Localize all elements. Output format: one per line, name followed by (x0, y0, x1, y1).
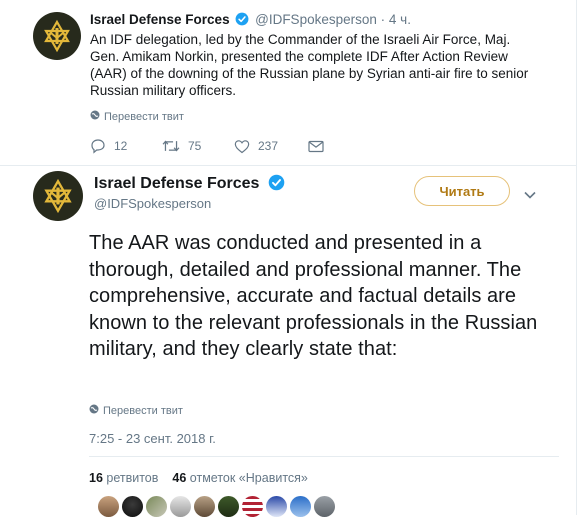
liker-avatar[interactable] (266, 496, 287, 517)
parent-tweet-text: An IDF delegation, led by the Commander … (90, 32, 529, 98)
retweets-label: ретвитов (106, 471, 159, 485)
main-tweet-text: The AAR was conducted and presented in a… (89, 232, 538, 360)
tweet-stats: 16 ретвитов 46 отметок «Нравится» (89, 471, 308, 485)
reply-button[interactable]: 12 (90, 138, 162, 154)
like-button[interactable]: 237 (234, 139, 308, 154)
liker-avatar[interactable] (290, 496, 311, 517)
liker-avatar[interactable] (314, 496, 335, 517)
retweets-count: 16 (89, 471, 103, 485)
like-count: 237 (258, 139, 279, 153)
direct-message-button[interactable] (308, 140, 324, 153)
liker-avatar[interactable] (98, 496, 119, 517)
retweet-button[interactable]: 75 (162, 138, 234, 154)
likes-label: отметок «Нравится» (189, 471, 308, 485)
parent-tweet-header: Israel Defense Forces @IDFSpokesperson ·… (90, 12, 411, 29)
liker-avatar[interactable] (242, 496, 263, 517)
more-options-button[interactable] (524, 186, 536, 204)
liker-avatars (98, 496, 335, 517)
separator-dot: · (380, 12, 386, 27)
verified-badge-icon (235, 12, 249, 29)
author-handle[interactable]: @IDFSpokesperson (255, 12, 377, 27)
follow-button[interactable]: Читать (414, 176, 510, 206)
retweet-count: 75 (188, 139, 202, 153)
tweet-timestamp[interactable]: 7:25 - 23 сент. 2018 г. (89, 431, 216, 446)
reply-count: 12 (114, 139, 128, 153)
translate-label: Перевести твит (104, 110, 184, 123)
liker-avatar[interactable] (170, 496, 191, 517)
liker-avatar[interactable] (194, 496, 215, 517)
idf-logo-icon (44, 178, 72, 214)
divider (89, 456, 559, 457)
idf-avatar[interactable] (33, 12, 81, 60)
author-name[interactable]: Israel Defense Forces (90, 12, 230, 27)
globe-icon (89, 404, 99, 417)
envelope-icon (308, 140, 324, 153)
translate-tweet-link[interactable]: Перевести твит (89, 404, 183, 417)
retweets-stat[interactable]: 16 ретвитов (89, 471, 158, 485)
likes-stat[interactable]: 46 отметок «Нравится» (172, 471, 307, 485)
globe-icon (90, 110, 100, 123)
heart-icon (234, 139, 250, 154)
translate-tweet-link[interactable]: Перевести твит (90, 110, 184, 123)
idf-avatar[interactable] (33, 171, 83, 221)
main-tweet: Israel Defense Forces @IDFSpokesperson Ч… (0, 166, 576, 517)
likes-count: 46 (172, 471, 187, 485)
parent-tweet[interactable]: Israel Defense Forces @IDFSpokesperson ·… (0, 0, 576, 166)
translate-label: Перевести твит (103, 404, 183, 417)
author-handle[interactable]: @IDFSpokesperson (94, 196, 211, 211)
liker-avatar[interactable] (146, 496, 167, 517)
idf-logo-icon (44, 19, 70, 53)
retweet-icon (162, 138, 180, 154)
liker-avatar[interactable] (122, 496, 143, 517)
chevron-down-icon (524, 186, 536, 203)
liker-avatar[interactable] (218, 496, 239, 517)
tweet-time[interactable]: 4 ч. (389, 12, 411, 27)
parent-tweet-actions: 12 75 237 (90, 138, 324, 154)
verified-badge-icon (268, 174, 285, 196)
author-name[interactable]: Israel Defense Forces (94, 175, 259, 192)
reply-icon (90, 138, 106, 154)
author-name-row: Israel Defense Forces (94, 174, 287, 196)
